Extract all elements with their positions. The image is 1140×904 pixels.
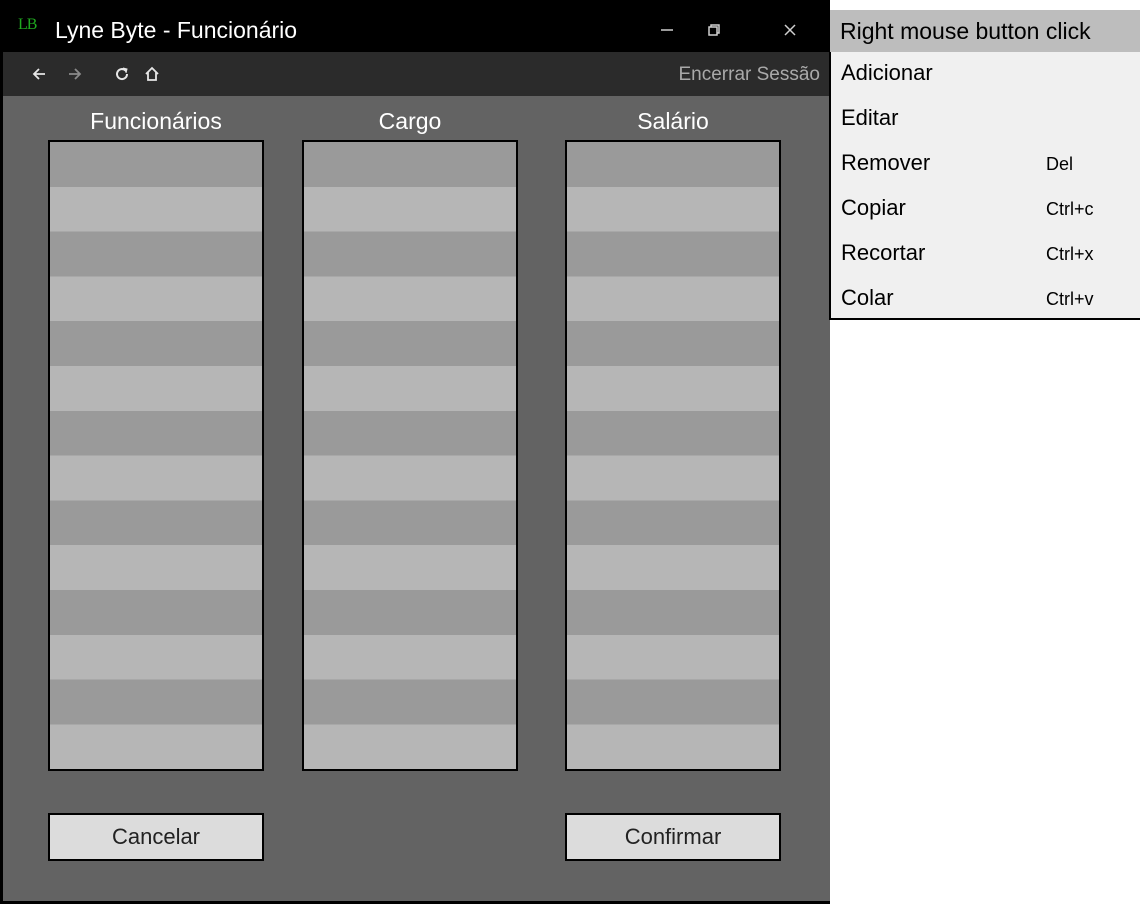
menu-item-shortcut: Ctrl+x bbox=[1046, 244, 1094, 264]
menu-item-shortcut: Del bbox=[1046, 154, 1074, 174]
cancel-button[interactable]: Cancelar bbox=[48, 813, 264, 861]
restore-button[interactable] bbox=[692, 12, 736, 48]
confirm-button[interactable]: Confirmar bbox=[565, 813, 781, 861]
app-logo: LB bbox=[18, 16, 37, 33]
menu-item-label: Recortar bbox=[841, 240, 926, 265]
menu-item-label: Remover bbox=[841, 150, 931, 175]
menu-item-label: Editar bbox=[841, 105, 899, 130]
close-icon bbox=[784, 24, 796, 36]
refresh-icon[interactable] bbox=[110, 62, 134, 86]
salario-list[interactable] bbox=[565, 140, 781, 771]
menu-item-recortar[interactable]: Recortar Ctrl+x bbox=[841, 234, 1140, 274]
menu-item-label: Colar bbox=[841, 285, 894, 310]
menu-item-label: Adicionar bbox=[841, 60, 933, 85]
back-arrow-icon[interactable] bbox=[27, 62, 51, 86]
funcionarios-list[interactable] bbox=[48, 140, 264, 771]
navigation-bar: Encerrar Sessão bbox=[3, 52, 830, 96]
app-window: LB Lyne Byte - Funcionário Encerrar Sess… bbox=[0, 0, 830, 904]
column-header-cargo: Cargo bbox=[378, 108, 442, 134]
home-icon[interactable] bbox=[140, 62, 164, 86]
context-menu: Adicionar Editar Remover Del Copiar Ctrl… bbox=[829, 52, 1140, 320]
minimize-button[interactable] bbox=[645, 12, 689, 48]
menu-item-shortcut: Ctrl+c bbox=[1046, 199, 1094, 219]
column-header-funcionarios: Funcionários bbox=[90, 108, 222, 134]
menu-item-adicionar[interactable]: Adicionar bbox=[841, 54, 1140, 94]
minimize-icon bbox=[661, 29, 673, 31]
cargo-list[interactable] bbox=[302, 140, 518, 771]
menu-item-copiar[interactable]: Copiar Ctrl+c bbox=[841, 189, 1140, 229]
list-rows bbox=[567, 142, 779, 769]
window-title: Lyne Byte - Funcionário bbox=[55, 17, 298, 43]
window-border bbox=[0, 0, 3, 904]
menu-item-remover[interactable]: Remover Del bbox=[841, 144, 1140, 184]
restore-icon bbox=[708, 24, 720, 36]
column-header-salario: Salário bbox=[637, 108, 709, 134]
menu-item-shortcut: Ctrl+v bbox=[1046, 289, 1094, 309]
menu-item-colar[interactable]: Colar Ctrl+v bbox=[841, 279, 1140, 319]
list-rows bbox=[50, 142, 262, 769]
title-bar[interactable]: LB Lyne Byte - Funcionário bbox=[0, 0, 830, 52]
menu-item-editar[interactable]: Editar bbox=[841, 99, 1140, 139]
menu-item-label: Copiar bbox=[841, 195, 906, 220]
logout-link[interactable]: Encerrar Sessão bbox=[678, 64, 820, 86]
close-button[interactable] bbox=[768, 12, 812, 48]
forward-arrow-icon[interactable] bbox=[63, 62, 87, 86]
context-menu-header: Right mouse button click bbox=[830, 10, 1140, 52]
list-rows bbox=[304, 142, 516, 769]
